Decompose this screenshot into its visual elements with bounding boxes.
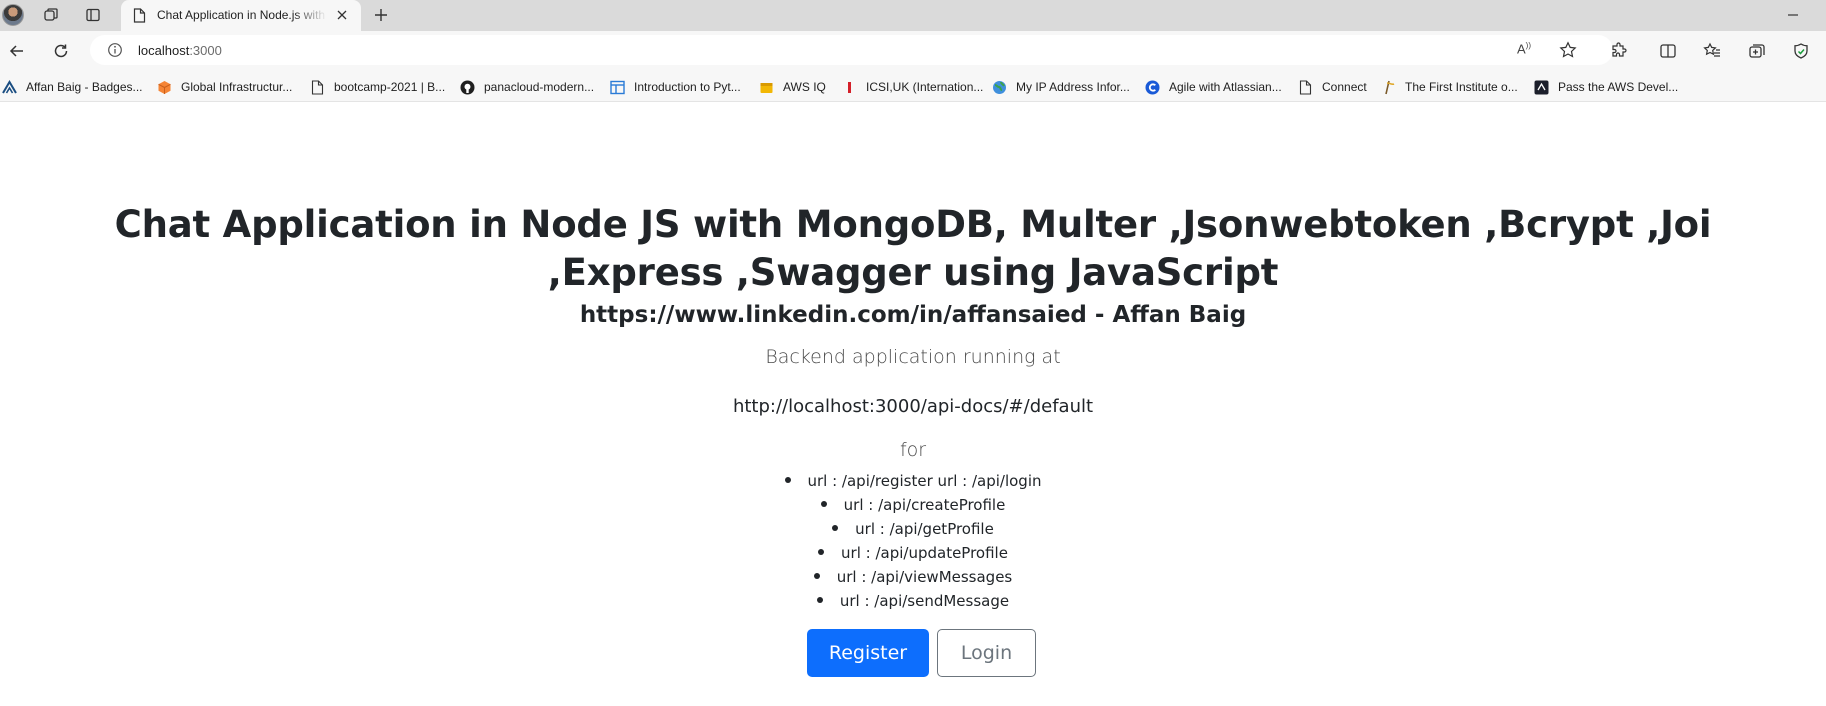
bookmark-item[interactable]: My IP Address Infor... [992, 77, 1130, 97]
bookmark-item[interactable]: Introduction to Pyt... [610, 77, 741, 97]
bullet-icon [816, 596, 823, 603]
url-port: :3000 [189, 43, 222, 58]
bookmark-item[interactable]: Connect [1298, 77, 1367, 97]
bullet-icon [818, 548, 825, 555]
list-item: url : /api/viewMessages [0, 565, 1826, 589]
institute-icon [1381, 80, 1396, 95]
aws-cube-icon [157, 80, 172, 95]
bookmark-label: The First Institute o... [1405, 80, 1518, 94]
profile-avatar[interactable] [2, 4, 24, 26]
bookmark-label: Introduction to Pyt... [634, 80, 741, 94]
endpoint-text: url : /api/viewMessages [836, 568, 1013, 586]
list-item: url : /api/getProfile [0, 517, 1826, 541]
bookmark-item[interactable]: AWS IQ [759, 77, 826, 97]
aws-box-icon [759, 80, 774, 95]
page-icon [310, 79, 325, 95]
bullet-icon [832, 524, 839, 531]
collections-icon[interactable] [1743, 37, 1771, 65]
bookmark-label: Affan Baig - Badges... [26, 80, 143, 94]
browser-toolbar: localhost:3000 A)) [0, 31, 1826, 71]
globe-icon [992, 80, 1007, 95]
bookmark-label: AWS IQ [783, 80, 826, 94]
for-text: for [899, 439, 927, 461]
bookmark-item[interactable]: Agile with Atlassian... [1145, 77, 1282, 97]
lead-text: Backend application running at [765, 346, 1061, 368]
endpoint-text: url : /api/getProfile [855, 520, 994, 538]
browser-tab-strip: Chat Application in Node.js with [0, 0, 1826, 31]
url-host: localhost [138, 43, 190, 58]
page-content: Chat Application in Node JS with MongoDB… [0, 102, 1826, 706]
new-tab-icon[interactable] [367, 1, 395, 29]
endpoint-text: url : /api/createProfile [843, 496, 1006, 514]
browser-essentials-icon[interactable] [1787, 37, 1815, 65]
back-icon[interactable] [3, 37, 31, 65]
endpoint-text: url : /api/sendMessage [839, 592, 1010, 610]
bookmark-item[interactable]: Global Infrastructur... [157, 77, 292, 97]
url-text[interactable]: localhost:3000 [138, 43, 222, 58]
api-docs-link[interactable]: http://localhost:3000/api-docs/#/default [0, 396, 1826, 417]
bullet-icon [820, 500, 827, 507]
minimize-window-icon[interactable] [1779, 1, 1807, 29]
endpoint-text: url : /api/updateProfile [841, 544, 1008, 562]
read-aloud-icon[interactable]: A)) [1517, 41, 1531, 56]
endpoint-list: url : /api/register url : /api/login url… [0, 469, 1826, 613]
site-info-icon[interactable] [107, 42, 123, 63]
github-icon [460, 80, 475, 95]
register-button[interactable]: Register [807, 629, 929, 677]
tab-title: Chat Application in Node.js with [157, 8, 326, 22]
extensions-icon[interactable] [1605, 37, 1633, 65]
coursera-icon [1145, 80, 1160, 95]
bookmark-label: bootcamp-2021 | B... [334, 80, 446, 94]
bullet-icon [784, 476, 791, 483]
icsi-icon [842, 80, 857, 95]
endpoint-text: url : /api/register url : /api/login [807, 472, 1042, 490]
bookmark-item[interactable]: bootcamp-2021 | B... [310, 77, 445, 97]
list-item: url : /api/sendMessage [0, 589, 1826, 613]
bookmark-item[interactable]: Pass the AWS Devel... [1534, 77, 1678, 97]
favorite-star-icon[interactable] [1559, 41, 1577, 64]
bookmark-item[interactable]: ICSI,UK (Internation... [842, 77, 983, 97]
bookmark-label: panacloud-modern... [484, 80, 595, 94]
credly-icon [2, 79, 17, 95]
bookmark-item[interactable]: Affan Baig - Badges... [2, 77, 143, 97]
vertical-tabs-icon[interactable] [79, 1, 107, 29]
table-icon [610, 80, 625, 95]
refresh-icon[interactable] [47, 37, 75, 65]
bookmark-label: ICSI,UK (Internation... [866, 80, 984, 94]
login-button[interactable]: Login [937, 629, 1036, 677]
list-item: url : /api/updateProfile [0, 541, 1826, 565]
bookmark-item[interactable]: The First Institute o... [1381, 77, 1518, 97]
list-item: url : /api/createProfile [0, 493, 1826, 517]
address-bar[interactable]: localhost:3000 A)) [90, 35, 1613, 65]
author-linkedin: https://www.linkedin.com/in/affansaied -… [579, 302, 1247, 328]
bookmark-label: Agile with Atlassian... [1169, 80, 1282, 94]
aws-dev-icon [1534, 80, 1549, 95]
tab-chat-application[interactable]: Chat Application in Node.js with [121, 0, 361, 31]
close-tab-icon[interactable] [335, 8, 349, 27]
bullet-icon [813, 572, 820, 579]
workspaces-icon[interactable] [37, 1, 65, 29]
bookmark-label: My IP Address Infor... [1016, 80, 1130, 94]
bookmark-label: Global Infrastructur... [181, 80, 293, 94]
page-title: Chat Application in Node JS with MongoDB… [114, 203, 1712, 294]
bookmarks-bar: Affan Baig - Badges... Global Infrastruc… [0, 71, 1826, 102]
favorites-icon[interactable] [1698, 37, 1726, 65]
bookmark-item[interactable]: panacloud-modern... [460, 77, 594, 97]
page-icon [133, 8, 146, 28]
bookmark-label: Pass the AWS Devel... [1558, 80, 1679, 94]
page-icon [1298, 79, 1313, 95]
split-screen-icon[interactable] [1654, 37, 1682, 65]
bookmark-label: Connect [1322, 80, 1367, 94]
list-item: url : /api/register url : /api/login [0, 469, 1826, 493]
